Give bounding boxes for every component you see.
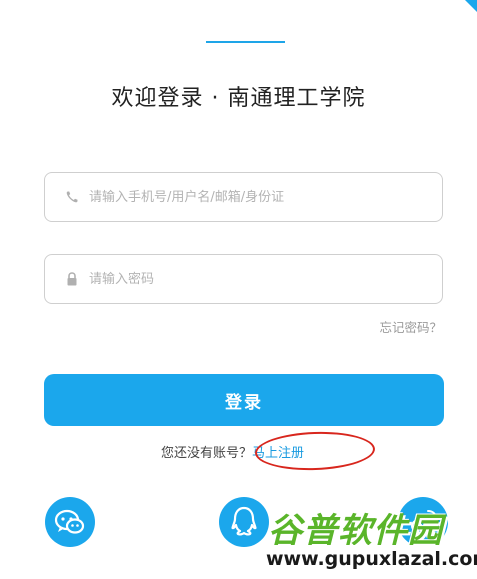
corner-tab-icon [465,0,477,12]
account-field[interactable] [44,172,443,222]
account-input[interactable] [89,185,429,209]
annotation-highlight-ellipse [254,429,376,473]
watermark-logo: 谷普软件园 www.gupuxlazal.com [262,501,477,579]
login-button[interactable]: 登录 [44,374,444,426]
wechat-icon [54,509,85,534]
watermark-url: www.gupuxlazal.com [262,545,477,573]
phone-icon [66,191,78,203]
signup-prompt: 您还没有账号？ [160,446,252,461]
wechat-login-button[interactable] [45,497,95,547]
password-field[interactable] [44,254,443,304]
lock-icon [67,272,77,286]
signup-row: 您还没有账号？马上注册 [0,442,477,461]
title-accent-bar [206,41,285,43]
password-input[interactable] [89,267,429,291]
page-title: 欢迎登录 · 南通理工学院 [111,86,366,111]
forgot-password-link[interactable]: 忘记密码？ [379,317,442,336]
